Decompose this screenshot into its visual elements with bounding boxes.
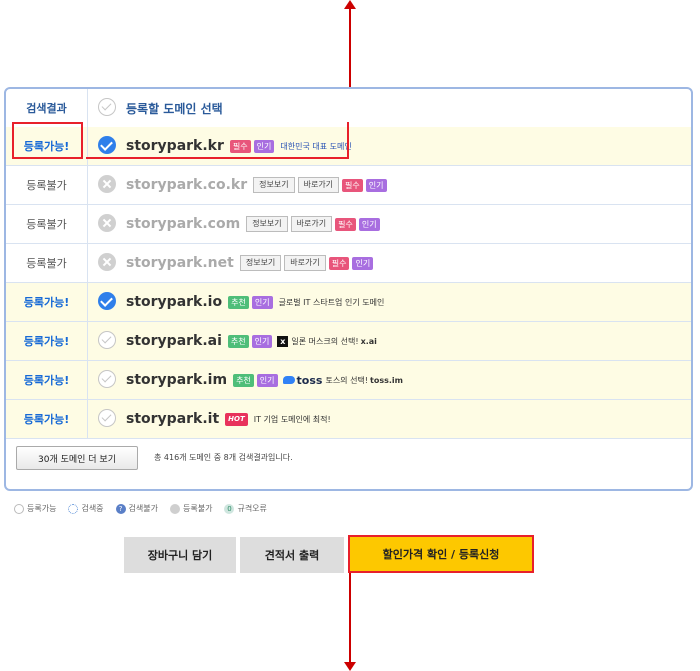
info-button[interactable]: 정보보기 [246,216,288,232]
spinner-icon [68,503,79,514]
highlight-status-box [12,122,83,159]
results-summary: 총 416개 도메인 중 8개 검색결과입니다. [154,453,293,462]
domain-name: storypark.ai [126,333,222,349]
tag-popular: 인기 [251,334,273,348]
domain-name: storypark.im [126,372,228,388]
tag-recommended: 추천 [228,295,249,309]
goto-button[interactable]: 바로가기 [284,255,326,271]
domain-description-bold: x.ai [360,336,377,346]
domain-name: storypark.it [126,411,220,427]
status-legend: 등록가능 검색중 ? 검색불가 등록불가 0 규격오류 [14,503,267,514]
domain-name: storypark.io [126,294,223,310]
status-unavailable: 등록불가 [6,244,88,282]
status-available: 등록가능! [6,283,88,321]
result-row-io[interactable]: 등록가능! storypark.io 추천 인기 글로벌 IT 스타트업 인기 … [6,283,691,322]
legend-available: 등록가능 [14,503,56,514]
legend-search-failed: ? 검색불가 [115,503,158,514]
unavailable-x-icon [98,253,116,271]
check-discount-register-button[interactable]: 할인가격 확인 / 등록신청 [348,535,534,573]
domain-name: storypark.com [126,216,241,232]
result-row-im[interactable]: 등록가능! storypark.im 추천 인기 toss 토스의 선택! to… [6,361,691,400]
x-circle-icon [170,503,180,514]
domain-description-bold: toss.im [370,375,403,385]
info-button[interactable]: 정보보기 [239,255,282,271]
question-icon: ? [115,503,126,514]
print-quote-button[interactable]: 견적서 출력 [240,537,344,573]
arrow-down-line [349,573,351,663]
domain-description: 글로벌 IT 스타트업 인기 도메인 [278,297,385,307]
unchecked-icon[interactable] [98,370,116,388]
goto-button[interactable]: 바로가기 [290,216,333,232]
tag-recommended: 추천 [227,334,249,348]
status-unavailable: 등록불가 [6,166,88,204]
status-available: 등록가능! [6,322,88,360]
result-row-net: 등록불가 storypark.net 정보보기 바로가기 필수 인기 [6,244,691,283]
status-available: 등록가능! [6,361,88,399]
result-row-com: 등록불가 storypark.com 정보보기 바로가기 필수 인기 [6,205,691,244]
legend-unavailable: 등록불가 [170,503,212,514]
result-row-it[interactable]: 등록가능! storypark.it HOT IT 기업 도메인에 최적! [6,400,691,439]
tag-popular: 인기 [358,217,380,231]
arrow-up-head-icon [344,0,356,9]
unchecked-icon[interactable] [98,409,116,427]
unchecked-icon[interactable] [98,331,116,349]
error-icon: 0 [224,503,235,514]
tag-required: 필수 [342,178,363,192]
xai-logo-icon: x [277,335,289,347]
tag-recommended: 추천 [233,373,254,387]
toss-logo-icon [282,376,295,384]
checked-icon[interactable] [98,292,116,310]
toss-logo-text: toss [296,373,323,387]
unavailable-x-icon [98,214,116,232]
tag-hot: HOT [225,412,248,426]
legend-searching: 검색중 [68,503,104,514]
legend-format-error: 0 규격오류 [224,503,267,514]
tag-popular: 인기 [256,373,278,387]
tag-popular: 인기 [352,256,374,270]
info-button[interactable]: 정보보기 [253,177,295,193]
status-unavailable: 등록불가 [6,205,88,243]
results-header-title: 등록할 도메인 선택 [126,101,223,116]
domain-name: storypark.co.kr [126,177,248,193]
tag-popular: 인기 [251,295,273,309]
result-row-ai[interactable]: 등록가능! storypark.ai 추천 인기 x 일론 머스크의 선택! x… [6,322,691,361]
domain-name: storypark.net [126,255,234,271]
tag-popular: 인기 [365,178,387,192]
unavailable-x-icon [98,175,116,193]
domain-description: 토스의 선택! [325,375,369,385]
highlight-domain-box [86,122,349,159]
domain-description: 일론 머스크의 선택! [291,336,359,346]
add-to-cart-button[interactable]: 장바구니 담기 [124,537,236,573]
select-all-check-icon[interactable] [98,98,116,116]
show-more-domains-button[interactable]: 30개 도메인 더 보기 [16,446,138,470]
arrow-down-head-icon [344,662,356,671]
tag-required: 필수 [335,217,356,231]
check-circle-icon [14,503,24,514]
goto-button[interactable]: 바로가기 [297,177,340,193]
tag-required: 필수 [328,256,350,270]
status-available: 등록가능! [6,400,88,438]
domain-description: IT 기업 도메인에 최적! [253,414,331,424]
result-row-cokr: 등록불가 storypark.co.kr 정보보기 바로가기 필수 인기 [6,166,691,205]
